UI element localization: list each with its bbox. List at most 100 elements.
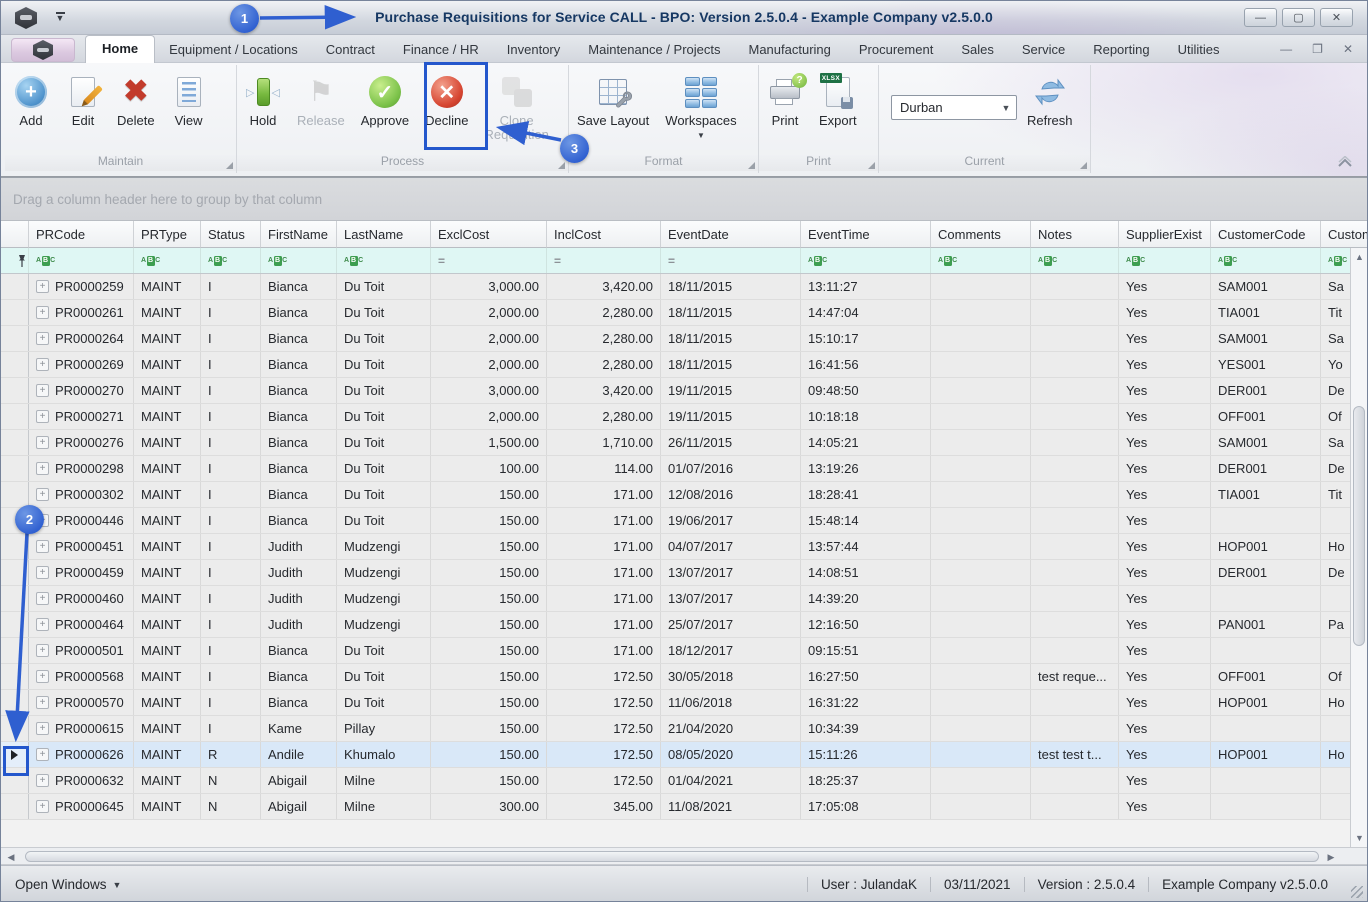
tab-utilities[interactable]: Utilities xyxy=(1164,37,1234,63)
cell-supplierexist[interactable]: Yes xyxy=(1119,560,1211,585)
cell-firstname[interactable]: Bianca xyxy=(261,456,337,481)
cell-firstname[interactable]: Bianca xyxy=(261,664,337,689)
scroll-right-icon[interactable]: ▶ xyxy=(1323,852,1339,863)
cell-prtype[interactable]: MAINT xyxy=(134,326,201,351)
cell-prtype[interactable]: MAINT xyxy=(134,404,201,429)
cell-notes[interactable] xyxy=(1031,534,1119,559)
cell-prcode[interactable]: +PR0000270 xyxy=(29,378,134,403)
expand-row-icon[interactable]: + xyxy=(36,644,49,657)
cell-eventdate[interactable]: 19/06/2017 xyxy=(661,508,801,533)
cell-eventdate[interactable]: 01/04/2021 xyxy=(661,768,801,793)
cell-supplierexist[interactable]: Yes xyxy=(1119,300,1211,325)
table-row[interactable]: +PR0000259MAINTIBiancaDu Toit3,000.003,4… xyxy=(1,274,1353,300)
cell-status[interactable]: I xyxy=(201,404,261,429)
cell-lastname[interactable]: Milne xyxy=(337,768,431,793)
table-row[interactable]: +PR0000269MAINTIBiancaDu Toit2,000.002,2… xyxy=(1,352,1353,378)
cell-customercode[interactable]: OFF001 xyxy=(1211,664,1321,689)
row-indicator[interactable] xyxy=(1,404,29,429)
cell-lastname[interactable]: Du Toit xyxy=(337,326,431,351)
cell-comments[interactable] xyxy=(931,716,1031,741)
cell-customercode[interactable]: HOP001 xyxy=(1211,690,1321,715)
cell-notes[interactable] xyxy=(1031,430,1119,455)
table-row[interactable]: +PR0000645MAINTNAbigailMilne300.00345.00… xyxy=(1,794,1353,820)
cell-inclcost[interactable]: 172.50 xyxy=(547,716,661,741)
cell-eventdate[interactable]: 30/05/2018 xyxy=(661,664,801,689)
cell-eventtime[interactable]: 18:25:37 xyxy=(801,768,931,793)
table-row[interactable]: +PR0000261MAINTIBiancaDu Toit2,000.002,2… xyxy=(1,300,1353,326)
dialog-launcher-icon[interactable] xyxy=(748,162,755,169)
cell-eventdate[interactable]: 26/11/2015 xyxy=(661,430,801,455)
mdi-minimize-icon[interactable]: — xyxy=(1280,41,1292,57)
cell-inclcost[interactable]: 172.50 xyxy=(547,768,661,793)
cell-prcode[interactable]: +PR0000460 xyxy=(29,586,134,611)
cell-notes[interactable] xyxy=(1031,456,1119,481)
cell-eventtime[interactable]: 13:11:27 xyxy=(801,274,931,299)
view-button[interactable]: View xyxy=(163,67,215,131)
expand-row-icon[interactable]: + xyxy=(36,358,49,371)
cell-customercode[interactable] xyxy=(1211,768,1321,793)
expand-row-icon[interactable]: + xyxy=(36,670,49,683)
cell-comments[interactable] xyxy=(931,664,1031,689)
cell-lastname[interactable]: Du Toit xyxy=(337,430,431,455)
table-row[interactable]: +PR0000302MAINTIBiancaDu Toit150.00171.0… xyxy=(1,482,1353,508)
cell-eventdate[interactable]: 18/11/2015 xyxy=(661,274,801,299)
cell-exclcost[interactable]: 1,500.00 xyxy=(431,430,547,455)
group-by-panel[interactable]: Drag a column header here to group by th… xyxy=(1,178,1367,221)
filter-cell-lastname[interactable]: ABC xyxy=(337,248,431,273)
cell-prtype[interactable]: MAINT xyxy=(134,352,201,377)
cell-prcode[interactable]: +PR0000615 xyxy=(29,716,134,741)
cell-eventtime[interactable]: 15:10:17 xyxy=(801,326,931,351)
cell-lastname[interactable]: Du Toit xyxy=(337,300,431,325)
cell-eventdate[interactable]: 21/04/2020 xyxy=(661,716,801,741)
cell-comments[interactable] xyxy=(931,430,1031,455)
approve-button[interactable]: ✓Approve xyxy=(353,67,417,131)
row-indicator[interactable] xyxy=(1,690,29,715)
table-row[interactable]: +PR0000276MAINTIBiancaDu Toit1,500.001,7… xyxy=(1,430,1353,456)
save-layout-button[interactable]: Save Layout xyxy=(569,67,657,131)
cell-supplierexist[interactable]: Yes xyxy=(1119,742,1211,767)
cell-firstname[interactable]: Andile xyxy=(261,742,337,767)
column-header-notes[interactable]: Notes xyxy=(1031,221,1119,248)
cell-inclcost[interactable]: 2,280.00 xyxy=(547,404,661,429)
scroll-left-icon[interactable]: ◀ xyxy=(3,852,19,863)
filter-cell-notes[interactable]: ABC xyxy=(1031,248,1119,273)
cell-supplierexist[interactable]: Yes xyxy=(1119,456,1211,481)
cell-prtype[interactable]: MAINT xyxy=(134,586,201,611)
cell-eventtime[interactable]: 10:34:39 xyxy=(801,716,931,741)
horizontal-scroll-thumb[interactable] xyxy=(25,851,1319,862)
cell-exclcost[interactable]: 150.00 xyxy=(431,612,547,637)
cell-lastname[interactable]: Du Toit xyxy=(337,638,431,663)
table-row[interactable]: +PR0000459MAINTIJudithMudzengi150.00171.… xyxy=(1,560,1353,586)
row-indicator[interactable] xyxy=(1,638,29,663)
expand-row-icon[interactable]: + xyxy=(36,618,49,631)
cell-inclcost[interactable]: 171.00 xyxy=(547,534,661,559)
expand-row-icon[interactable]: + xyxy=(36,462,49,475)
cell-status[interactable]: I xyxy=(201,638,261,663)
dialog-launcher-icon[interactable] xyxy=(1080,162,1087,169)
cell-customercode[interactable]: SAM001 xyxy=(1211,326,1321,351)
filter-cell-comments[interactable]: ABC xyxy=(931,248,1031,273)
cell-customercode[interactable]: HOP001 xyxy=(1211,534,1321,559)
filter-cell-prcode[interactable]: ABC xyxy=(29,248,134,273)
cell-exclcost[interactable]: 150.00 xyxy=(431,482,547,507)
cell-supplierexist[interactable]: Yes xyxy=(1119,664,1211,689)
cell-status[interactable]: I xyxy=(201,508,261,533)
expand-row-icon[interactable]: + xyxy=(36,306,49,319)
column-header-comments[interactable]: Comments xyxy=(931,221,1031,248)
cell-eventdate[interactable]: 19/11/2015 xyxy=(661,378,801,403)
cell-eventdate[interactable]: 18/11/2015 xyxy=(661,300,801,325)
cell-customercode[interactable]: PAN001 xyxy=(1211,612,1321,637)
cell-customercode[interactable] xyxy=(1211,794,1321,819)
filter-cell-customercode[interactable]: ABC xyxy=(1211,248,1321,273)
mdi-restore-icon[interactable]: ❐ xyxy=(1312,41,1323,57)
cell-firstname[interactable]: Judith xyxy=(261,560,337,585)
row-indicator[interactable] xyxy=(1,560,29,585)
expand-row-icon[interactable]: + xyxy=(36,436,49,449)
cell-firstname[interactable]: Bianca xyxy=(261,274,337,299)
row-indicator[interactable] xyxy=(1,274,29,299)
row-indicator[interactable] xyxy=(1,794,29,819)
cell-prtype[interactable]: MAINT xyxy=(134,612,201,637)
cell-comments[interactable] xyxy=(931,456,1031,481)
table-row[interactable]: +PR0000464MAINTIJudithMudzengi150.00171.… xyxy=(1,612,1353,638)
cell-eventtime[interactable]: 10:18:18 xyxy=(801,404,931,429)
